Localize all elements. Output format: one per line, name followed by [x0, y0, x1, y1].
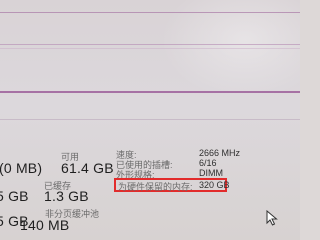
- graph-grid-line: [0, 44, 300, 45]
- slots-used-value: 6/16: [199, 158, 217, 168]
- speed-value: 2666 MHz: [199, 148, 241, 158]
- memory-usage-graph: [0, 0, 300, 132]
- graph-top-border: [0, 12, 300, 13]
- cached-value: 1.3 GB: [44, 188, 89, 204]
- mouse-cursor-icon: [266, 209, 278, 231]
- task-manager-memory-panel: (0 MB) 5 GB 5 GB 可用 61.4 GB 已缓存 1.3 GB 非…: [0, 0, 300, 240]
- memory-usage-line: [0, 91, 300, 93]
- hardware-reserved-value: 320 GB: [199, 180, 230, 190]
- non-paged-pool-value: 140 MB: [20, 217, 70, 233]
- hardware-reserved-label: 为硬件保留的内存:: [118, 182, 193, 192]
- available-value: 61.4 GB: [61, 160, 114, 176]
- committed-value: 5 GB: [0, 188, 29, 204]
- in-use-value: (0 MB): [0, 160, 43, 176]
- graph-grid-line: [0, 48, 300, 49]
- graph-bottom-border: [0, 119, 300, 120]
- form-factor-value: DIMM: [199, 168, 223, 178]
